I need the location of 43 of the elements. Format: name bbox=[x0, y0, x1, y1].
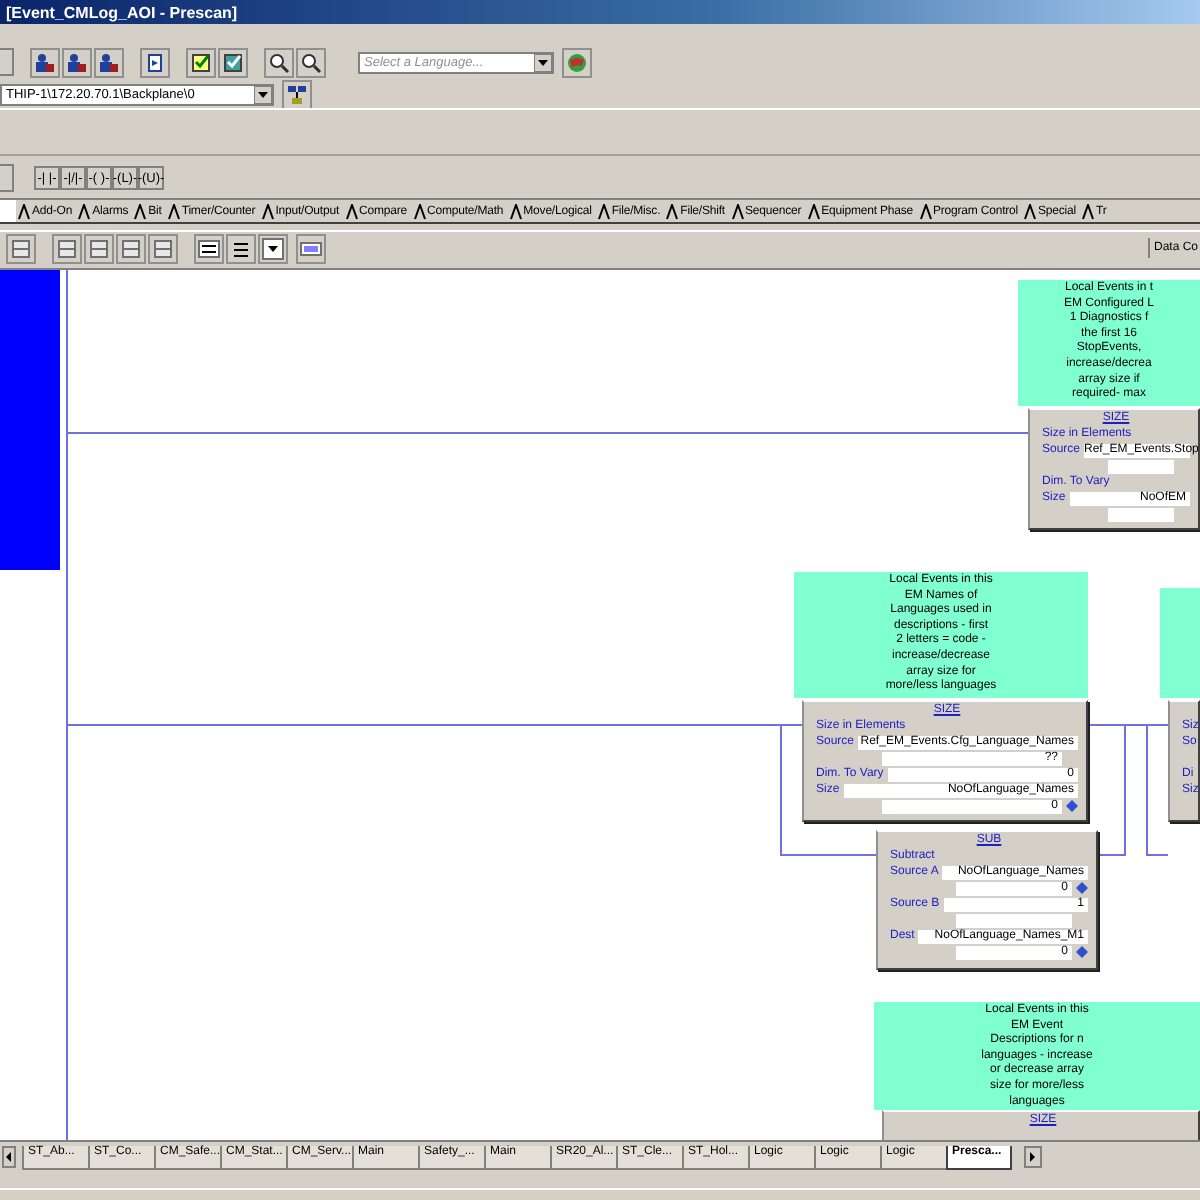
toolbar-button[interactable] bbox=[0, 164, 14, 192]
dropdown-arrow-icon[interactable] bbox=[258, 233, 288, 263]
grid-icon[interactable] bbox=[52, 233, 82, 263]
tab-fold-icon bbox=[134, 203, 147, 219]
tab-fold-icon bbox=[345, 203, 358, 219]
toolbar-button[interactable] bbox=[0, 48, 14, 76]
tab-fold-icon bbox=[18, 203, 30, 219]
grid-icon[interactable] bbox=[6, 233, 36, 263]
tab-fold-icon bbox=[666, 203, 679, 219]
zoom-out-icon[interactable] bbox=[296, 47, 326, 77]
tab-fold-icon bbox=[261, 203, 274, 219]
tab-fold-icon bbox=[78, 203, 91, 219]
grid-icon[interactable] bbox=[116, 233, 146, 263]
dropdown-arrow-icon[interactable] bbox=[254, 85, 272, 103]
tab-fold-icon bbox=[919, 203, 931, 219]
tab-fold-icon bbox=[1024, 203, 1037, 219]
tab-fold-icon bbox=[731, 203, 743, 219]
tab-edge bbox=[0, 200, 16, 222]
globe-icon[interactable] bbox=[562, 47, 592, 77]
operand-field bbox=[1108, 459, 1174, 473]
tab-fold-icon bbox=[1082, 203, 1095, 219]
zoom-in-icon[interactable] bbox=[264, 47, 294, 77]
rung-comment bbox=[1160, 588, 1200, 698]
grid-icon[interactable] bbox=[84, 233, 114, 263]
network-icon[interactable] bbox=[282, 79, 312, 109]
tab-fold-icon bbox=[413, 203, 425, 219]
lines-icon[interactable] bbox=[226, 233, 256, 263]
dropdown-arrow-icon[interactable] bbox=[534, 53, 552, 71]
scroll-left-icon[interactable] bbox=[2, 1146, 16, 1168]
lines-icon[interactable] bbox=[194, 233, 224, 263]
scroll-right-icon[interactable] bbox=[1024, 1146, 1042, 1168]
tab-fold-icon bbox=[509, 203, 522, 219]
people-icon[interactable] bbox=[62, 47, 92, 77]
operand-field bbox=[956, 913, 1072, 927]
tab-fold-icon bbox=[807, 203, 820, 219]
operand-field bbox=[1108, 507, 1174, 521]
tag-icon[interactable] bbox=[296, 233, 326, 263]
tab-fold-icon bbox=[597, 203, 610, 219]
people-icon[interactable] bbox=[94, 47, 124, 77]
grid-icon[interactable] bbox=[148, 233, 178, 263]
people-icon[interactable] bbox=[30, 47, 60, 77]
window-title: [Event_CMLog_AOI - Prescan] bbox=[6, 3, 238, 21]
tab-fold-icon bbox=[167, 203, 180, 219]
